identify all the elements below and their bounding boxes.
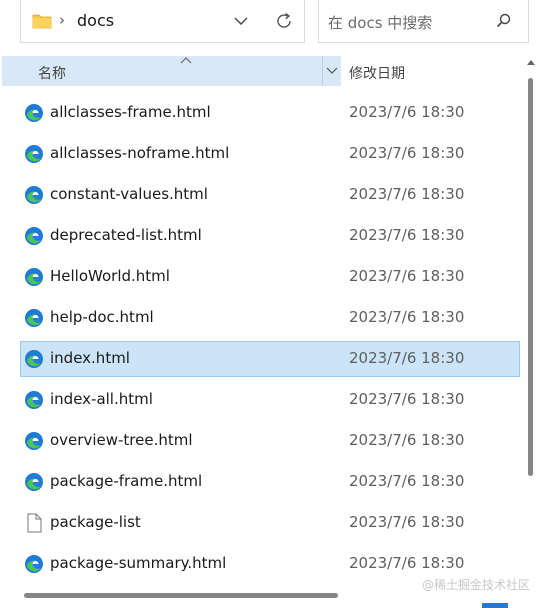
- breadcrumb-current-folder[interactable]: docs: [77, 11, 114, 30]
- file-row[interactable]: deprecated-list.html 2023/7/6 18:30: [20, 218, 520, 254]
- file-date-modified: 2023/7/6 18:30: [349, 226, 465, 244]
- file-row[interactable]: index-all.html 2023/7/6 18:30: [20, 382, 520, 418]
- file-row[interactable]: package-list 2023/7/6 18:30: [20, 505, 520, 541]
- file-name: deprecated-list.html: [50, 226, 202, 244]
- file-date-modified: 2023/7/6 18:30: [349, 185, 465, 203]
- edge-html-icon: [25, 145, 43, 163]
- file-row[interactable]: index.html 2023/7/6 18:30: [20, 341, 520, 377]
- file-date-modified: 2023/7/6 18:30: [349, 308, 465, 326]
- file-date-modified: 2023/7/6 18:30: [349, 472, 465, 490]
- file-date-modified: 2023/7/6 18:30: [349, 513, 465, 531]
- file-row[interactable]: constant-values.html 2023/7/6 18:30: [20, 177, 520, 213]
- status-accent-bar: [482, 603, 508, 608]
- edge-html-icon: [25, 309, 43, 327]
- file-name: index.html: [50, 349, 130, 367]
- refresh-icon: [277, 12, 291, 28]
- file-name: package-summary.html: [50, 554, 227, 572]
- vertical-scrollbar-thumb[interactable]: [528, 78, 533, 476]
- blank-file-icon: [27, 513, 42, 533]
- file-name: index-all.html: [50, 390, 153, 408]
- column-header-name[interactable]: 名称: [2, 56, 322, 86]
- edge-html-icon: [25, 555, 43, 573]
- watermark-text: @稀土掘金技术社区: [422, 578, 531, 592]
- file-name: constant-values.html: [50, 185, 208, 203]
- edge-html-icon: [25, 186, 43, 204]
- edge-html-icon: [25, 473, 43, 491]
- column-header-name-label: 名称: [38, 66, 66, 82]
- breadcrumb-separator[interactable]: ›: [59, 11, 65, 29]
- file-name: package-list: [50, 513, 141, 531]
- scroll-up-arrow-icon[interactable]: [526, 58, 536, 66]
- edge-html-icon: [25, 227, 43, 245]
- file-date-modified: 2023/7/6 18:30: [349, 267, 465, 285]
- file-name: overview-tree.html: [50, 431, 193, 449]
- edge-html-icon: [25, 391, 43, 409]
- file-name: package-frame.html: [50, 472, 203, 490]
- file-date-modified: 2023/7/6 18:30: [349, 431, 465, 449]
- column-header-date-modified[interactable]: 修改日期: [349, 63, 405, 83]
- file-date-modified: 2023/7/6 18:30: [349, 554, 465, 572]
- search-icon[interactable]: [495, 12, 513, 30]
- search-placeholder: 在 docs 中搜索: [328, 14, 433, 32]
- edge-html-icon: [25, 432, 43, 450]
- horizontal-scrollbar-thumb[interactable]: [24, 593, 338, 598]
- file-explorer-window: › docs 在 docs 中搜索 名称 修改日期 allclasses-fra…: [0, 0, 541, 608]
- file-row[interactable]: HelloWorld.html 2023/7/6 18:30: [20, 259, 520, 295]
- file-date-modified: 2023/7/6 18:30: [349, 349, 465, 367]
- address-history-dropdown-button[interactable]: [229, 8, 253, 34]
- file-row[interactable]: overview-tree.html 2023/7/6 18:30: [20, 423, 520, 459]
- file-name: HelloWorld.html: [50, 267, 170, 285]
- file-name: allclasses-noframe.html: [50, 144, 230, 162]
- file-date-modified: 2023/7/6 18:30: [349, 144, 465, 162]
- file-name: allclasses-frame.html: [50, 103, 211, 121]
- file-row[interactable]: package-frame.html 2023/7/6 18:30: [20, 464, 520, 500]
- file-date-modified: 2023/7/6 18:30: [349, 390, 465, 408]
- folder-icon: [32, 14, 52, 29]
- file-row[interactable]: help-doc.html 2023/7/6 18:30: [20, 300, 520, 336]
- file-name: help-doc.html: [50, 308, 154, 326]
- chevron-down-icon: [326, 67, 338, 74]
- edge-html-icon: [25, 268, 43, 286]
- refresh-button[interactable]: [271, 8, 297, 34]
- file-date-modified: 2023/7/6 18:30: [349, 103, 465, 121]
- edge-html-icon: [25, 104, 43, 122]
- search-input[interactable]: 在 docs 中搜索: [318, 0, 529, 43]
- file-row[interactable]: allclasses-frame.html 2023/7/6 18:30: [20, 95, 520, 131]
- sort-ascending-icon: [180, 57, 192, 64]
- column-header-filter-dropdown[interactable]: [322, 56, 341, 86]
- edge-html-icon: [25, 350, 43, 368]
- chevron-down-icon: [234, 17, 248, 25]
- address-bar[interactable]: › docs: [20, 0, 305, 43]
- file-row[interactable]: allclasses-noframe.html 2023/7/6 18:30: [20, 136, 520, 172]
